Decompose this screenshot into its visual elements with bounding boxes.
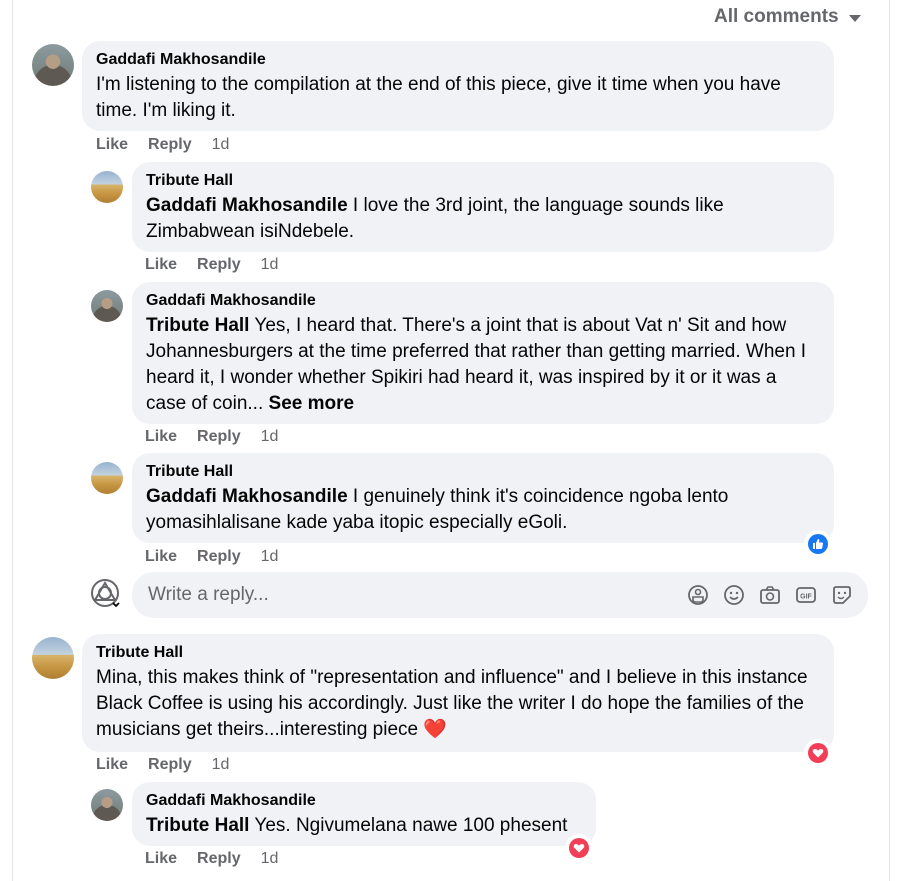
reply-bubble: Tribute Hall Gaddafi Makhosandile I love… [132, 162, 834, 252]
comment-actions: Like Reply 1d [96, 756, 229, 774]
comment-bubble: Gaddafi Makhosandile I'm listening to th… [82, 41, 834, 131]
comment-text: I'm listening to the compilation at the … [96, 74, 781, 121]
comment-text: Gaddafi Makhosandile I genuinely think i… [146, 486, 729, 533]
reply-bubble: Tribute Hall Gaddafi Makhosandile I genu… [132, 453, 834, 543]
reply-input[interactable] [146, 583, 686, 607]
comment-actions: Like Reply 1d [145, 548, 278, 566]
comment-author[interactable]: Tribute Hall [96, 644, 820, 662]
comment-actions: Like Reply 1d [145, 428, 278, 446]
comment-timestamp[interactable]: 1d [261, 428, 279, 446]
comment-timestamp[interactable]: 1d [212, 756, 230, 774]
caret-down-icon [848, 14, 861, 22]
panel-border-right [889, 0, 890, 881]
mention-link[interactable]: Gaddafi Makhosandile [146, 195, 348, 216]
comment-author[interactable]: Tribute Hall [146, 172, 820, 190]
heart-icon [808, 743, 828, 763]
comment-text: Tribute Hall Yes. Ngivumelana nawe 100 p… [146, 815, 568, 836]
comment-text: Gaddafi Makhosandile I love the 3rd join… [146, 195, 724, 242]
emoji-icon[interactable] [722, 583, 746, 607]
avatar[interactable] [91, 462, 123, 494]
comment-actions: Like Reply 1d [96, 136, 229, 154]
love-reaction-badge[interactable] [567, 836, 591, 860]
reply-button[interactable]: Reply [148, 136, 192, 154]
comment-timestamp[interactable]: 1d [261, 850, 279, 868]
comment-filter-label: All comments [714, 6, 839, 27]
love-reaction-badge[interactable] [806, 741, 830, 765]
comment-author[interactable]: Tribute Hall [146, 463, 820, 481]
mention-link[interactable]: Gaddafi Makhosandile [146, 486, 348, 507]
mention-link[interactable]: Tribute Hall [146, 815, 249, 836]
reply-button[interactable]: Reply [148, 756, 192, 774]
camera-icon[interactable] [758, 583, 782, 607]
heart-icon [569, 838, 589, 858]
avatar-sticker-icon[interactable] [686, 583, 710, 607]
like-button[interactable]: Like [145, 428, 177, 446]
comment-bubble: Tribute Hall Mina, this makes think of "… [82, 634, 834, 752]
avatar[interactable] [91, 290, 123, 322]
comment-filter-dropdown[interactable]: All comments [714, 6, 861, 28]
comment-author[interactable]: Gaddafi Makhosandile [146, 792, 582, 810]
svg-text:GIF: GIF [800, 594, 812, 601]
panel-border-left [12, 0, 13, 881]
reply-input-box[interactable]: GIF [132, 572, 868, 618]
comment-author[interactable]: Gaddafi Makhosandile [96, 51, 820, 69]
like-button[interactable]: Like [96, 136, 128, 154]
mention-link[interactable]: Tribute Hall [146, 315, 249, 336]
gif-icon[interactable]: GIF [794, 583, 818, 607]
like-button[interactable]: Like [96, 756, 128, 774]
heart-emoji: ❤️ [423, 719, 448, 740]
reply-composer: GIF [90, 572, 870, 618]
avatar[interactable] [32, 637, 74, 679]
comment-text: Tribute Hall Yes, I heard that. There's … [146, 315, 807, 414]
comment-author[interactable]: Gaddafi Makhosandile [146, 292, 820, 310]
avatar[interactable] [91, 171, 123, 203]
thumbs-up-icon [808, 534, 828, 554]
comment-timestamp[interactable]: 1d [261, 256, 279, 274]
avatar[interactable] [91, 789, 123, 821]
comment-actions: Like Reply 1d [145, 256, 278, 274]
like-button[interactable]: Like [145, 548, 177, 566]
comment-text: Mina, this makes think of "representatio… [96, 667, 808, 740]
like-button[interactable]: Like [145, 256, 177, 274]
see-more-link[interactable]: See more [269, 393, 355, 414]
avatar[interactable] [32, 44, 74, 86]
like-reaction-badge[interactable] [806, 532, 830, 556]
composer-tools: GIF [686, 583, 854, 607]
like-button[interactable]: Like [145, 850, 177, 868]
reply-button[interactable]: Reply [197, 850, 241, 868]
comment-timestamp[interactable]: 1d [261, 548, 279, 566]
reply-bubble: Gaddafi Makhosandile Tribute Hall Yes, I… [132, 282, 834, 424]
reply-button[interactable]: Reply [197, 256, 241, 274]
reply-button[interactable]: Reply [197, 548, 241, 566]
account-switcher-icon[interactable] [90, 578, 124, 612]
reply-button[interactable]: Reply [197, 428, 241, 446]
sticker-icon[interactable] [830, 583, 854, 607]
comment-actions: Like Reply 1d [145, 850, 278, 868]
reply-bubble: Gaddafi Makhosandile Tribute Hall Yes. N… [132, 782, 596, 846]
comment-timestamp[interactable]: 1d [212, 136, 230, 154]
